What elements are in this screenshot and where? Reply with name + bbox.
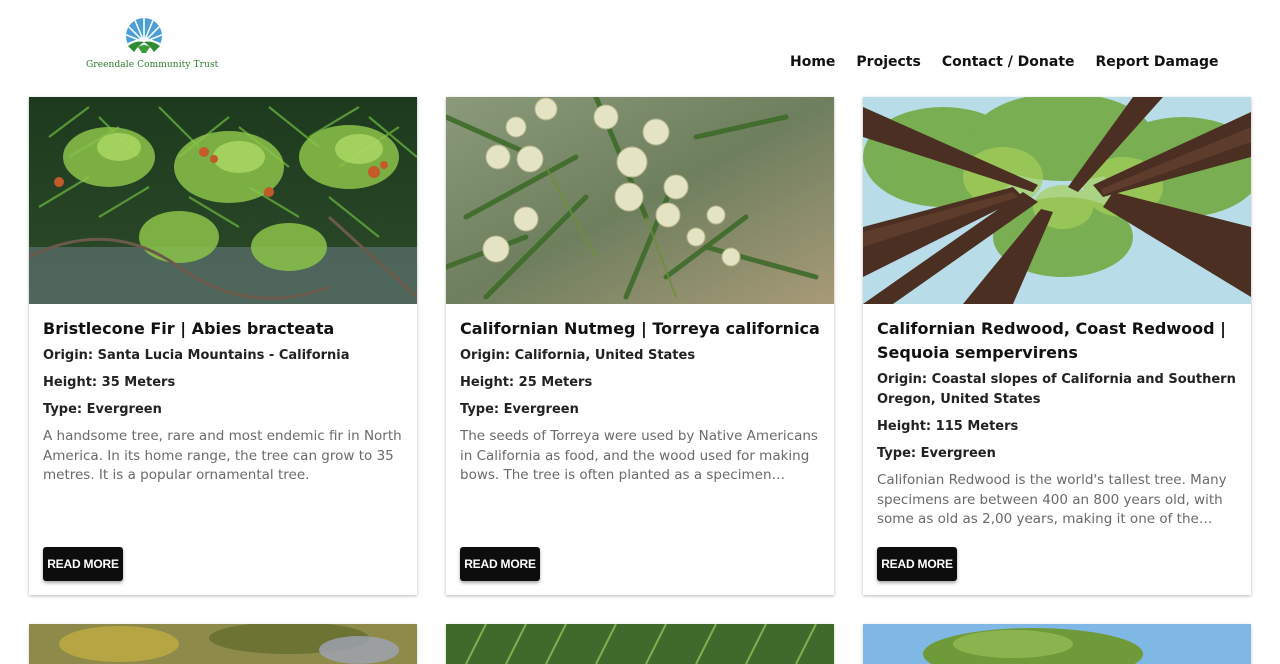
tree-origin: Origin: California, United States	[460, 348, 696, 363]
card-body: Californian Redwood, Coast Redwood | Seq…	[877, 317, 1237, 530]
main-nav: Home Projects Contact / Donate Report Da…	[790, 54, 1240, 70]
tree-type: Type: Evergreen	[460, 402, 579, 417]
tree-card-peek[interactable]	[446, 624, 834, 664]
card-body: Bristlecone Fir | Abies bracteata Origin…	[43, 317, 403, 486]
tree-height: Height: 25 Meters	[460, 375, 593, 390]
tree-height: Height: 115 Meters	[877, 419, 1019, 434]
site-logo[interactable]: Greendale Community Trust	[86, 16, 219, 74]
tree-title: Californian Nutmeg | Torreya californica	[460, 319, 820, 338]
tree-description: A handsome tree, rare and most endemic f…	[43, 428, 402, 484]
tree-description: The seeds of Torreya were used by Native…	[460, 428, 818, 484]
tree-height: Height: 35 Meters	[43, 375, 176, 390]
site-header: Greendale Community Trust Home Projects …	[0, 0, 1280, 97]
tree-image[interactable]	[446, 97, 834, 304]
read-more-button[interactable]: READ MORE	[43, 547, 123, 581]
tree-card-peek[interactable]	[863, 624, 1251, 664]
tree-type: Type: Evergreen	[43, 402, 162, 417]
tree-card: Californian Nutmeg | Torreya californica…	[446, 97, 834, 595]
tree-origin: Origin: Coastal slopes of California and…	[877, 372, 1236, 407]
tree-title: Californian Redwood, Coast Redwood | Seq…	[877, 319, 1227, 362]
tree-image[interactable]	[29, 97, 417, 304]
read-more-button[interactable]: READ MORE	[877, 547, 957, 581]
tree-card: Bristlecone Fir | Abies bracteata Origin…	[29, 97, 417, 595]
tree-card-peek[interactable]	[29, 624, 417, 664]
nav-projects[interactable]: Projects	[856, 54, 920, 70]
tree-title: Bristlecone Fir | Abies bracteata	[43, 319, 335, 338]
sunrise-logo-icon	[126, 18, 162, 54]
tree-type: Type: Evergreen	[877, 446, 996, 461]
tree-origin: Origin: Santa Lucia Mountains - Californ…	[43, 348, 350, 363]
card-body: Californian Nutmeg | Torreya californica…	[460, 317, 820, 486]
read-more-button[interactable]: READ MORE	[460, 547, 540, 581]
nav-contact-donate[interactable]: Contact / Donate	[942, 54, 1075, 70]
nav-home[interactable]: Home	[790, 54, 835, 70]
tree-description: Califonian Redwood is the world's talles…	[877, 472, 1227, 528]
logo-text: Greendale Community Trust	[86, 60, 219, 70]
nav-report-damage[interactable]: Report Damage	[1096, 54, 1219, 70]
tree-image[interactable]	[863, 97, 1251, 304]
tree-card: Californian Redwood, Coast Redwood | Seq…	[863, 97, 1251, 595]
